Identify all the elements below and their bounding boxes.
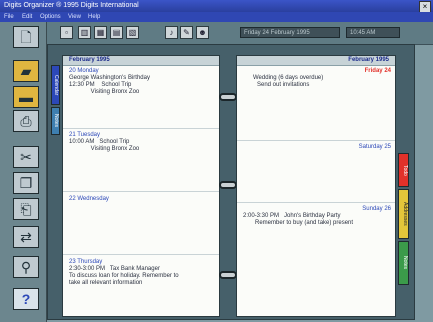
scissors-icon[interactable]: ✂ xyxy=(13,146,39,168)
month-label: February 1995 xyxy=(348,57,389,63)
day-22[interactable]: 22 Wednesday xyxy=(69,196,217,203)
link-icon[interactable]: ✎ xyxy=(180,26,193,39)
view-year-button[interactable]: ▤ xyxy=(110,26,123,39)
day-21[interactable]: 21 Tuesday 10:00 AM School Trip Visiting… xyxy=(69,132,217,153)
title-bar: Digits Organizer ® 1995 Digits Internati… xyxy=(0,0,433,13)
left-page-header: February 1995 xyxy=(63,56,219,66)
menu-view[interactable]: View xyxy=(68,12,81,22)
event-line: 12:30 PM School Trip xyxy=(69,82,132,88)
event-line: George Washington's Birthday xyxy=(69,75,150,81)
folder-icon[interactable]: ▬ xyxy=(13,86,39,108)
day-divider xyxy=(63,254,219,255)
day-24[interactable]: Friday 24 Wedding (6 days overdue) Send … xyxy=(243,68,391,89)
event-line: Wedding (6 days overdue) xyxy=(253,75,324,81)
tab-addresses[interactable]: Addresses xyxy=(398,189,409,239)
day-label-today: Friday 24 xyxy=(364,68,391,74)
date-display[interactable]: Friday 24 February 1995 xyxy=(240,27,340,38)
paste-icon[interactable]: ⎗ xyxy=(13,198,39,220)
event-line: 2:00-3:30 PM John's Birthday Party xyxy=(243,213,341,219)
event-line: take all relevant information xyxy=(69,280,143,286)
day-label: Saturday 25 xyxy=(358,144,391,150)
open-folder-icon[interactable]: ▰ xyxy=(13,60,39,82)
day-26[interactable]: Sunday 26 2:00-3:30 PM John's Birthday P… xyxy=(243,206,391,227)
binder-ring xyxy=(219,271,237,279)
tab-notes-right[interactable]: Notes xyxy=(398,241,409,285)
view-list-button[interactable]: ▧ xyxy=(126,26,139,39)
new-page-icon[interactable]: 🗋 xyxy=(13,26,39,48)
event-line: 2:30-3:00 PM Tax Bank Manager xyxy=(69,266,160,272)
alarm-icon[interactable]: ♪ xyxy=(165,26,178,39)
day-divider xyxy=(237,140,395,141)
toolbar: ▫ ▥ ▦ ▤ ▧ ♪ ✎ ☻ Friday 24 February 1995 … xyxy=(0,22,433,45)
copy-icon[interactable]: ❐ xyxy=(13,172,39,194)
view-day-button[interactable]: ▫ xyxy=(60,26,73,39)
day-label: 22 Wednesday xyxy=(69,196,109,202)
search-icon[interactable]: ⚲ xyxy=(13,256,39,278)
left-page: February 1995 20 Monday George Washingto… xyxy=(62,55,220,317)
menu-help[interactable]: Help xyxy=(88,12,100,22)
event-line: 10:00 AM School Trip xyxy=(69,139,130,145)
menu-edit[interactable]: Edit xyxy=(22,12,32,22)
month-label: February 1995 xyxy=(69,57,110,63)
day-divider xyxy=(63,128,219,129)
day-label: 23 Thursday xyxy=(69,259,103,265)
day-23[interactable]: 23 Thursday 2:30-3:00 PM Tax Bank Manage… xyxy=(69,259,219,287)
day-divider xyxy=(63,191,219,192)
day-25[interactable]: Saturday 25 xyxy=(243,144,391,151)
menu-file[interactable]: File xyxy=(4,12,14,22)
binder-ring xyxy=(219,181,237,189)
event-line: Visiting Bronx Zoo xyxy=(69,146,140,152)
help-icon[interactable]: ? xyxy=(13,288,39,310)
sidebar: 🗋 ▰ ▬ ⎙ ✂ ❐ ⎗ ⇄ ⚲ ? xyxy=(0,22,47,322)
event-line: Visiting Bronx Zoo xyxy=(69,89,140,95)
event-line: Send out invitations xyxy=(257,82,310,88)
day-divider xyxy=(237,202,395,203)
window-title: Digits Organizer ® 1995 Digits Internati… xyxy=(4,2,139,9)
day-label: 20 Monday xyxy=(69,68,99,74)
event-line: To discuss loan for holiday. Remember to xyxy=(69,273,179,279)
view-week-button[interactable]: ▥ xyxy=(78,26,91,39)
binder-ring xyxy=(219,93,237,101)
tab-todo[interactable]: Todo xyxy=(398,153,409,187)
right-page-header: February 1995 xyxy=(237,56,395,66)
day-label: Sunday 26 xyxy=(362,206,391,212)
tab-notes-left[interactable]: Notes xyxy=(51,107,60,135)
print-icon[interactable]: ⎙ xyxy=(13,110,39,132)
event-line: Remember to buy (and take) present xyxy=(255,220,354,226)
tab-calendar[interactable]: Calendar xyxy=(51,65,60,105)
transfer-icon[interactable]: ⇄ xyxy=(13,226,39,248)
day-label: 21 Tuesday xyxy=(69,132,101,138)
menu-options[interactable]: Options xyxy=(40,12,61,22)
time-display: 10:45 AM xyxy=(346,27,400,38)
user-icon[interactable]: ☻ xyxy=(196,26,209,39)
right-page: February 1995 Friday 24 Wedding (6 days … xyxy=(236,55,396,317)
day-20[interactable]: 20 Monday George Washington's Birthday 1… xyxy=(69,68,217,96)
menu-bar: File Edit Options View Help xyxy=(0,12,433,22)
organizer-binder: Calendar Notes February 1995 20 Monday G… xyxy=(47,44,415,320)
view-month-button[interactable]: ▦ xyxy=(94,26,107,39)
